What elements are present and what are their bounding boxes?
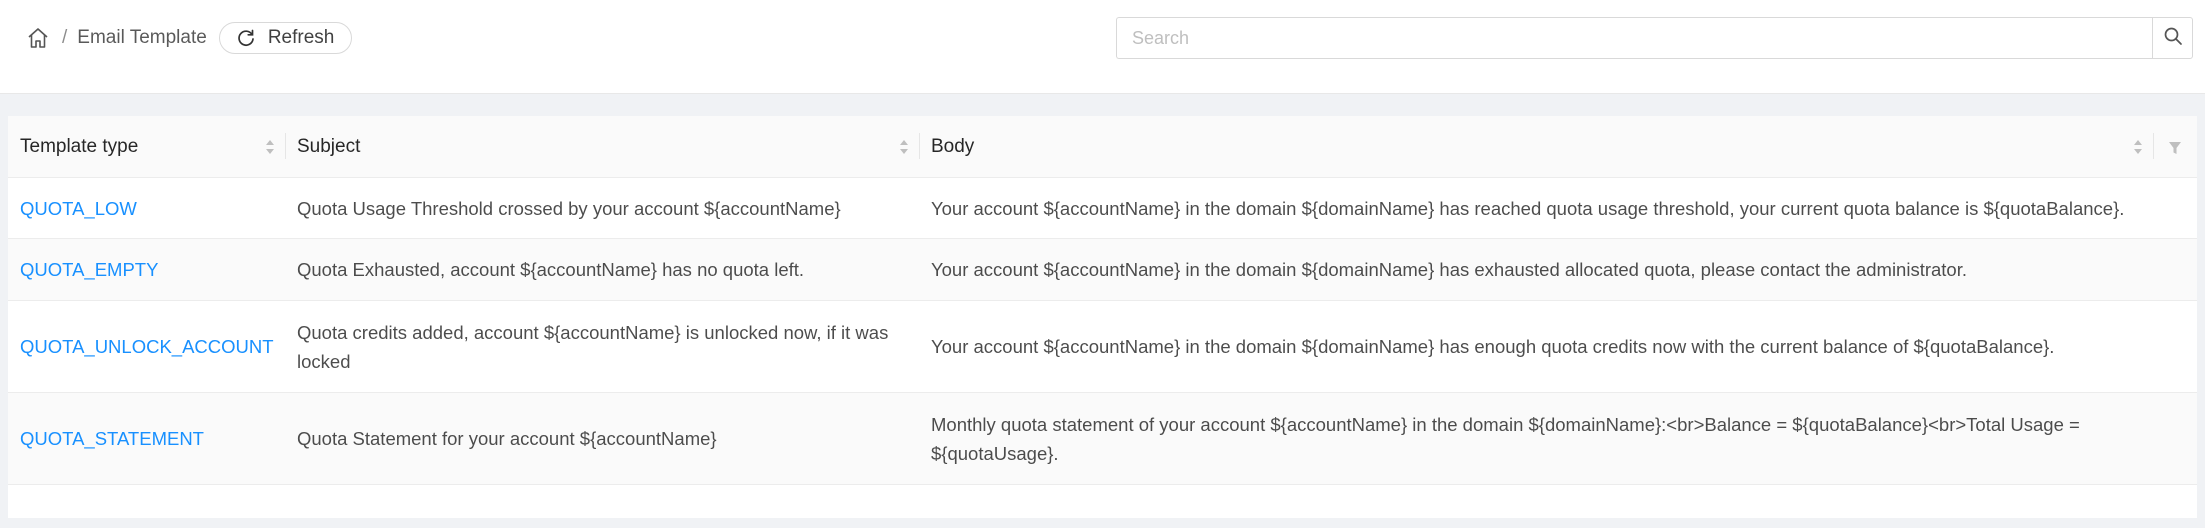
page-header: / Email Template Refresh: [0, 0, 2205, 94]
subject-cell: Quota credits added, account ${accountNa…: [285, 300, 919, 393]
search-button[interactable]: [2152, 17, 2193, 59]
breadcrumb: / Email Template Refresh: [26, 22, 353, 54]
refresh-button[interactable]: Refresh: [218, 22, 353, 54]
sort-icon[interactable]: [2133, 138, 2143, 156]
search-bar: [1116, 17, 2193, 59]
body-cell: Your account ${accountName} in the domai…: [919, 177, 2197, 239]
body-cell: Your account ${accountName} in the domai…: [919, 238, 2197, 301]
template-type-link[interactable]: QUOTA_STATEMENT: [20, 428, 204, 449]
column-header-subject[interactable]: Subject: [285, 116, 919, 178]
template-type-link[interactable]: QUOTA_UNLOCK_ACCOUNT: [20, 336, 274, 357]
filter-icon[interactable]: [2168, 139, 2182, 155]
column-filter[interactable]: [2153, 116, 2197, 178]
table-container: Template type Subject Body QUOTA_LOW Quo…: [8, 116, 2197, 518]
body-cell: Monthly quota statement of your account …: [919, 392, 2197, 485]
email-template-table: Template type Subject Body QUOTA_LOW Quo…: [8, 116, 2197, 485]
search-input[interactable]: [1116, 17, 2152, 59]
table-row: QUOTA_UNLOCK_ACCOUNT Quota credits added…: [8, 300, 2197, 393]
breadcrumb-separator: /: [62, 27, 68, 48]
template-type-link[interactable]: QUOTA_LOW: [20, 198, 137, 219]
subject-cell: Quota Statement for your account ${accou…: [285, 392, 919, 485]
column-header-body[interactable]: Body: [919, 116, 2153, 178]
home-icon[interactable]: [26, 26, 50, 50]
sort-icon[interactable]: [899, 138, 909, 156]
subject-cell: Quota Usage Threshold crossed by your ac…: [285, 177, 919, 239]
table-row: QUOTA_LOW Quota Usage Threshold crossed …: [8, 177, 2197, 239]
refresh-label: Refresh: [267, 27, 335, 48]
table-row: QUOTA_STATEMENT Quota Statement for your…: [8, 392, 2197, 485]
body-cell: Your account ${accountName} in the domai…: [919, 300, 2197, 393]
search-icon: [2163, 26, 2183, 51]
column-header-template-type[interactable]: Template type: [8, 116, 285, 178]
template-type-link[interactable]: QUOTA_EMPTY: [20, 259, 158, 280]
sort-icon[interactable]: [265, 138, 275, 156]
subject-cell: Quota Exhausted, account ${accountName} …: [285, 238, 919, 301]
breadcrumb-current: Email Template: [77, 27, 207, 48]
reload-icon: [236, 28, 256, 48]
table-row: QUOTA_EMPTY Quota Exhausted, account ${a…: [8, 238, 2197, 301]
